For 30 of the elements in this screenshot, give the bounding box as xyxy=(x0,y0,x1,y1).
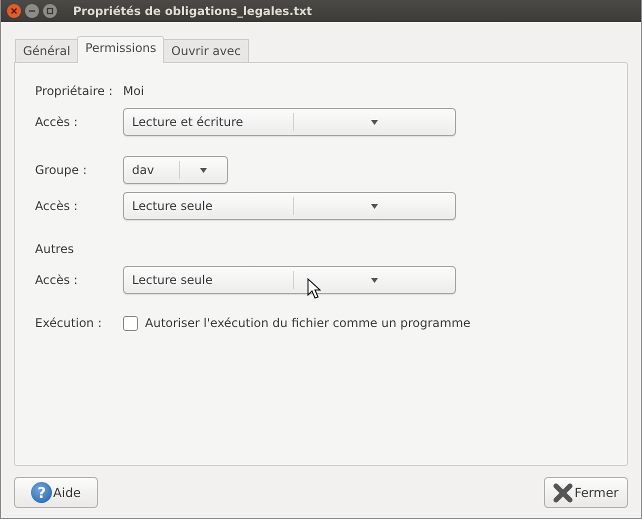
caret-icon xyxy=(371,204,378,208)
owner-value: Moi xyxy=(123,84,144,98)
window-title: Propriétés de obligations_legales.txt xyxy=(73,4,312,18)
field-label: Groupe : xyxy=(35,163,88,177)
field-label: Accès : xyxy=(35,199,79,213)
help-icon: ? xyxy=(31,482,52,503)
tab[interactable]: Ouvrir avec xyxy=(163,39,249,62)
dropdown[interactable]: Lecture seule xyxy=(123,266,456,294)
tab[interactable]: Général xyxy=(15,39,78,62)
checkbox[interactable] xyxy=(123,316,138,330)
field-label: Exécution : xyxy=(35,316,103,330)
close-button[interactable]: Fermer xyxy=(544,477,628,508)
maximize-icon[interactable] xyxy=(43,4,57,18)
dropdown[interactable]: Lecture et écriture xyxy=(123,108,456,136)
checkbox-label[interactable]: Autoriser l'exécution du fichier comme un programme xyxy=(145,316,471,330)
tab[interactable]: Permissions xyxy=(77,36,164,63)
caret-icon xyxy=(200,168,207,172)
close-icon xyxy=(553,482,574,502)
caret-icon xyxy=(371,278,378,282)
close-icon[interactable] xyxy=(7,4,21,18)
minimize-icon[interactable] xyxy=(25,4,39,18)
dropdown[interactable]: dav xyxy=(123,156,228,184)
field-label: Propriétaire : xyxy=(35,84,114,98)
section-heading: Autres xyxy=(35,242,74,256)
help-button[interactable]: ? Aide xyxy=(14,477,98,508)
dropdown[interactable]: Lecture seule xyxy=(123,192,456,220)
mouse-pointer-icon xyxy=(307,278,321,299)
field-label: Accès : xyxy=(35,273,79,287)
field-label: Accès : xyxy=(35,115,79,129)
caret-icon xyxy=(371,120,378,124)
